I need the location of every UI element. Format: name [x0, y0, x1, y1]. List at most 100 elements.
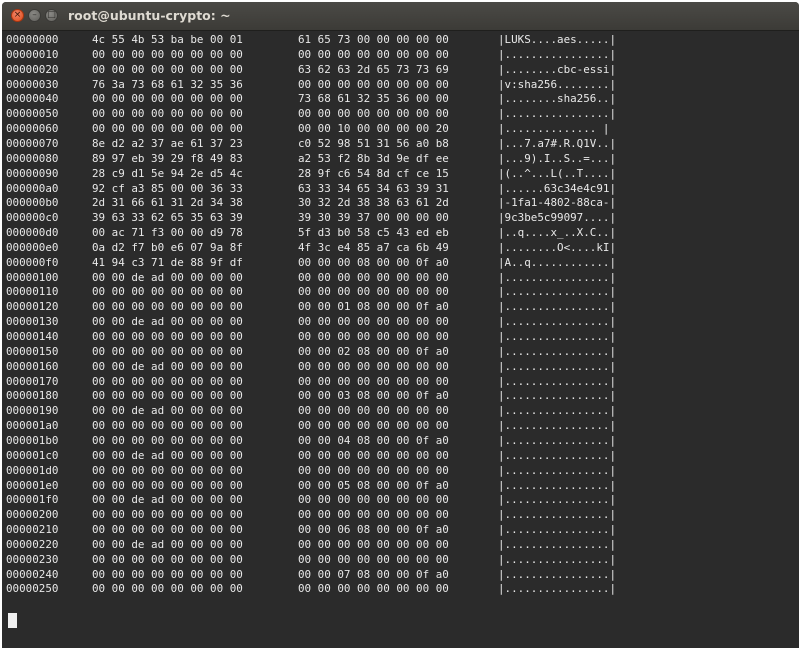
hexdump-offset: 00000060 — [6, 122, 59, 136]
close-button[interactable]: × — [11, 9, 24, 22]
hexdump-ascii: |.............. | — [498, 122, 610, 136]
hexdump-offset: 00000010 — [6, 47, 59, 61]
hexdump-offset: 00000070 — [6, 136, 59, 150]
text-cursor — [8, 613, 17, 628]
hexdump-hex-bytes-low: 00 00 de ad 00 00 00 00 — [92, 448, 243, 462]
hexdump-ascii: |...7.a7#.R.Q1V..| — [498, 136, 617, 150]
hexdump-ascii: |................| — [498, 433, 617, 447]
hexdump-offset: 00000100 — [6, 270, 59, 284]
hexdump-hex-bytes-low: 00 00 00 00 00 00 00 00 — [92, 433, 243, 447]
hexdump-ascii: |................| — [498, 523, 617, 537]
hexdump-hex-bytes-low: 00 00 00 00 00 00 00 00 — [92, 122, 243, 136]
hexdump-hex-bytes-low: 00 00 00 00 00 00 00 00 — [92, 567, 243, 581]
hexdump-ascii: |..q....x_..X.C..| — [498, 226, 617, 240]
hexdump-ascii: |................| — [498, 567, 617, 581]
hexdump-offset: 00000140 — [6, 330, 59, 343]
maximize-button[interactable]: □ — [45, 9, 58, 22]
hexdump-ascii: |................| — [498, 404, 617, 418]
hexdump-offset: 000001c0 — [6, 448, 59, 462]
hexdump-ascii: |v:sha256........| — [498, 77, 617, 91]
hexdump-hex-bytes-low: 00 00 00 00 00 00 00 00 — [92, 92, 243, 106]
hexdump-hex-bytes-low: 00 00 00 00 00 00 00 00 — [92, 523, 243, 537]
hexdump-ascii: |................| — [498, 419, 617, 433]
hexdump-hex-bytes-high: 00 00 00 00 00 00 00 00 — [298, 552, 449, 566]
close-icon: × — [13, 10, 22, 20]
hexdump-hex-bytes-high: 00 00 00 00 00 00 00 00 — [298, 77, 449, 91]
hexdump-ascii: |................| — [498, 315, 617, 329]
hexdump-ascii: |LUKS....aes.....| — [498, 33, 617, 46]
hexdump-ascii: |................| — [498, 270, 617, 284]
hexdump-ascii: |9c3be5c99097....| — [498, 211, 617, 225]
hexdump-offset: 000001e0 — [6, 478, 59, 492]
hexdump-offset: 000000f0 — [6, 255, 59, 269]
hexdump-hex-bytes-low: 92 cf a3 85 00 00 36 33 — [92, 181, 243, 195]
hexdump-offset: 00000170 — [6, 374, 59, 388]
hexdump-hex-bytes-high: 00 00 00 00 00 00 00 00 — [298, 270, 449, 284]
hexdump-ascii: |...9).I..S..=...| — [498, 151, 617, 165]
hexdump-hex-bytes-low: 00 00 00 00 00 00 00 00 — [92, 62, 243, 76]
hexdump-hex-bytes-high: 39 30 39 37 00 00 00 00 — [298, 211, 449, 225]
hexdump-hex-bytes-low: 8e d2 a2 37 ae 61 37 23 — [92, 136, 243, 150]
hexdump-hex-bytes-high: 00 00 00 00 00 00 00 00 — [298, 47, 449, 61]
hexdump-offset: 00000120 — [6, 300, 59, 314]
hexdump-hex-bytes-low: 41 94 c3 71 de 88 9f df — [92, 255, 243, 269]
hexdump-hex-bytes-low: 00 00 de ad 00 00 00 00 — [92, 537, 243, 551]
hexdump-ascii: |................| — [498, 463, 617, 477]
hexdump-offset: 00000130 — [6, 315, 59, 329]
title-bar[interactable]: × – □ root@ubuntu-crypto: ~ — [2, 2, 799, 31]
hexdump-ascii: |........sha256..| — [498, 92, 617, 106]
hexdump-ascii: |-1fa1-4802-88ca-| — [498, 196, 617, 210]
hexdump-offset: 00000180 — [6, 389, 59, 403]
hexdump-offset: 00000050 — [6, 107, 59, 121]
hexdump-ascii: |................| — [498, 374, 617, 388]
hexdump-hex-bytes-low: 89 97 eb 39 29 f8 49 83 — [92, 151, 243, 165]
hexdump-hex-bytes-low: 00 00 00 00 00 00 00 00 — [92, 285, 243, 299]
hexdump-offset: 00000030 — [6, 77, 59, 91]
hexdump-hex-bytes-low: 00 ac 71 f3 00 00 d9 78 — [92, 226, 243, 240]
hexdump-hex-bytes-high: 00 00 00 00 00 00 00 00 — [298, 315, 449, 329]
minimize-icon: – — [32, 10, 37, 20]
hexdump-hex-bytes-high: 00 00 02 08 00 00 0f a0 — [298, 344, 449, 358]
hexdump-ascii: |................| — [498, 389, 617, 403]
hexdump-ascii: |................| — [498, 47, 617, 61]
hexdump-hex-bytes-high: 28 9f c6 54 8d cf ce 15 — [298, 166, 449, 180]
hexdump-ascii: |................| — [498, 478, 617, 492]
hexdump-hex-bytes-low: 00 00 00 00 00 00 00 00 — [92, 478, 243, 492]
hexdump-hex-bytes-high: 00 00 01 08 00 00 0f a0 — [298, 300, 449, 314]
hexdump-offset: 00000200 — [6, 508, 59, 522]
hexdump-hex-bytes-low: 00 00 de ad 00 00 00 00 — [92, 493, 243, 507]
hexdump-offset: 000001b0 — [6, 433, 59, 447]
hexdump-ascii: |................| — [498, 508, 617, 522]
hexdump-hex-bytes-low: 00 00 00 00 00 00 00 00 — [92, 508, 243, 522]
hexdump-ascii: |........cbc-essi| — [498, 62, 617, 76]
hexdump-offset: 00000080 — [6, 151, 59, 165]
hexdump-offset: 000001a0 — [6, 419, 59, 433]
hexdump-ascii: |................| — [498, 582, 617, 596]
hexdump-hex-bytes-high: 00 00 00 00 00 00 00 00 — [298, 537, 449, 551]
hexdump-offset: 00000160 — [6, 359, 59, 373]
terminal-output[interactable]: 00000000 4c 55 4b 53 ba be 00 01 61 65 73 … — [2, 31, 799, 648]
hexdump-hex-bytes-low: 4c 55 4b 53 ba be 00 01 — [92, 33, 243, 46]
hexdump-offset: 00000000 — [6, 33, 59, 46]
hexdump-hex-bytes-low: 00 00 de ad 00 00 00 00 — [92, 404, 243, 418]
hexdump-hex-bytes-low: 39 63 33 62 65 35 63 39 — [92, 211, 243, 225]
hexdump-hex-bytes-high: 00 00 00 00 00 00 00 00 — [298, 463, 449, 477]
hexdump-hex-bytes-low: 00 00 de ad 00 00 00 00 — [92, 315, 243, 329]
hexdump-offset: 00000110 — [6, 285, 59, 299]
hexdump-hex-bytes-low: 00 00 00 00 00 00 00 00 — [92, 552, 243, 566]
hexdump-offset: 00000040 — [6, 92, 59, 106]
minimize-button[interactable]: – — [28, 9, 41, 22]
hexdump-hex-bytes-low: 00 00 de ad 00 00 00 00 — [92, 270, 243, 284]
hexdump-offset: 000000a0 — [6, 181, 59, 195]
hexdump-hex-bytes-high: 00 00 07 08 00 00 0f a0 — [298, 567, 449, 581]
hexdump-hex-bytes-high: 00 00 00 00 00 00 00 00 — [298, 508, 449, 522]
hexdump-offset: 000000b0 — [6, 196, 59, 210]
hexdump-hex-bytes-high: 5f d3 b0 58 c5 43 ed eb — [298, 226, 449, 240]
hexdump-hex-bytes-high: 00 00 00 00 00 00 00 00 — [298, 493, 449, 507]
hexdump-offset: 00000190 — [6, 404, 59, 418]
hexdump-hex-bytes-high: 00 00 00 00 00 00 00 00 — [298, 374, 449, 388]
hexdump-hex-bytes-low: 2d 31 66 61 31 2d 34 38 — [92, 196, 243, 210]
hexdump-hex-bytes-high: 00 00 10 00 00 00 00 20 — [298, 122, 449, 136]
hexdump-ascii: |................| — [498, 330, 617, 343]
hexdump-hex-bytes-high: 00 00 00 00 00 00 00 00 — [298, 285, 449, 299]
